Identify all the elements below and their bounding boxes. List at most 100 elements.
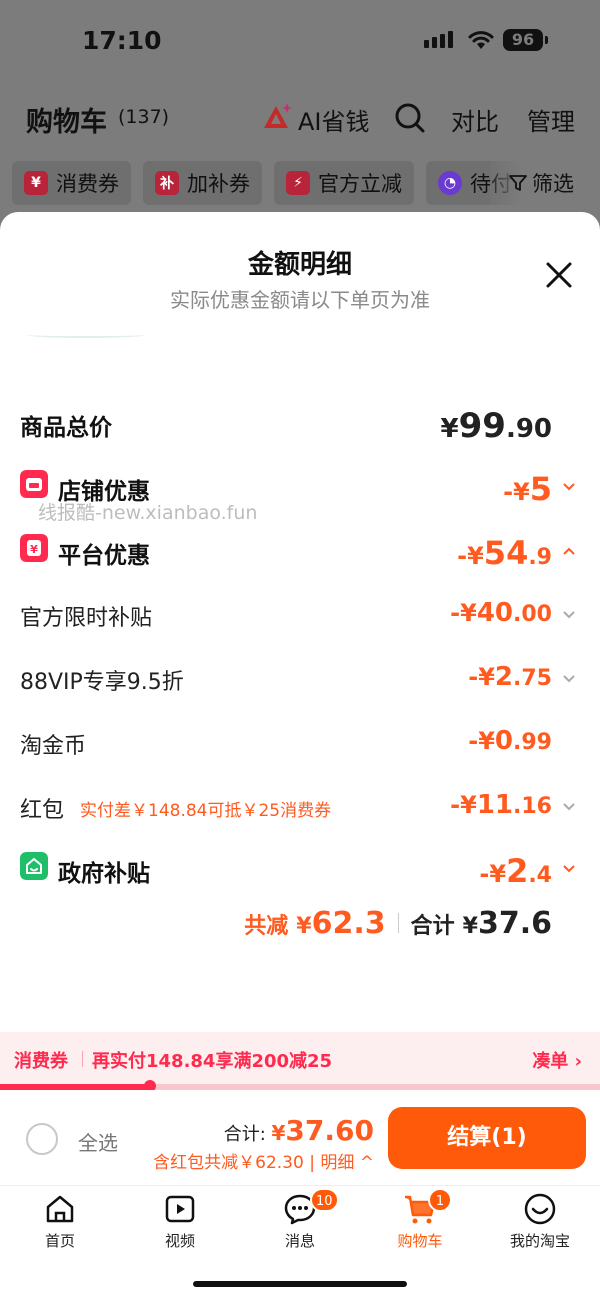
discount-summary: 共减 ¥ 62.3 合计 ¥ 37.6 xyxy=(244,906,552,946)
coupon-progress-banner[interactable]: 消费券 再实付148.84享满200减25 凑单 › xyxy=(0,1032,600,1086)
total-label: 合计 xyxy=(410,914,455,939)
chevron-up-icon[interactable] xyxy=(562,546,576,556)
tab-label: 消息 xyxy=(284,1232,315,1250)
amount-prefix: -¥ xyxy=(479,860,507,888)
tab-messages[interactable]: 10 消息 xyxy=(240,1188,360,1252)
chip-consumer-coupon[interactable]: ¥ 消费券 xyxy=(12,161,131,205)
filter-button[interactable]: 筛选 xyxy=(490,161,600,205)
chevron-down-icon[interactable] xyxy=(562,610,576,620)
coupon-icon: ¥ xyxy=(24,171,48,195)
vip-discount-label: 88VIP专享9.5折 xyxy=(20,670,184,695)
ai-save-button[interactable]: AI省钱 xyxy=(298,102,370,137)
status-bar: 17:10 96 xyxy=(0,0,600,80)
message-badge: 10 xyxy=(310,1188,339,1212)
lightning-icon: ⚡ xyxy=(286,171,310,195)
amount-decimal: .4 xyxy=(528,863,552,888)
chevron-down-icon[interactable] xyxy=(562,482,576,492)
divider xyxy=(397,913,399,933)
red-packet-label: 红包 xyxy=(20,798,65,823)
chevron-down-icon[interactable] xyxy=(562,674,576,684)
ai-sparkle-icon[interactable] xyxy=(262,102,292,132)
amount-integer: 2 xyxy=(506,852,529,890)
chevron-down-icon[interactable] xyxy=(562,802,576,812)
close-icon[interactable] xyxy=(544,260,574,290)
currency-symbol: ¥ xyxy=(440,414,459,444)
home-indicator xyxy=(193,1281,407,1287)
amount-integer: 11 xyxy=(476,790,514,820)
divider xyxy=(82,1051,83,1067)
gov-subsidy-label: 政府补贴 xyxy=(58,861,150,887)
currency-symbol: ¥ xyxy=(271,1121,286,1145)
discount-detail-toggle[interactable]: 含红包共减￥62.30 | 明细 ^ xyxy=(153,1148,374,1173)
profile-icon xyxy=(524,1193,556,1225)
tab-label: 我的淘宝 xyxy=(509,1232,570,1250)
product-total-label: 商品总价 xyxy=(20,415,112,441)
saved-value: 62.3 xyxy=(311,906,386,941)
red-packet-row[interactable]: 红包 实付差￥148.84可抵￥25消费券 -¥11.16 xyxy=(20,784,580,832)
chip-label: 消费券 xyxy=(56,172,119,196)
battery-icon: 96 xyxy=(503,29,543,51)
amount-prefix: -¥ xyxy=(503,478,530,506)
select-all-label[interactable]: 全选 xyxy=(78,1127,118,1156)
taojinbi-label: 淘金币 xyxy=(20,734,87,759)
chevron-down-icon[interactable] xyxy=(562,864,576,874)
chip-subsidy-coupon[interactable]: 补 加补券 xyxy=(143,161,262,205)
amount-decimal: .9 xyxy=(528,545,552,570)
platform-discount-row[interactable]: ¥ 平台优惠 -¥54.9 xyxy=(20,528,580,576)
checkout-button[interactable]: 结算(1) xyxy=(388,1107,586,1169)
compare-button[interactable]: 对比 xyxy=(451,102,499,137)
tab-label: 购物车 xyxy=(397,1232,443,1250)
amount-integer: 5 xyxy=(529,470,552,508)
red-packet-value: -¥11.16 xyxy=(450,790,552,820)
search-icon[interactable] xyxy=(394,102,426,134)
shop-icon xyxy=(20,470,48,498)
vip-discount-row[interactable]: 88VIP专享9.5折 -¥2.75 xyxy=(20,656,580,704)
saved-label: 共减 xyxy=(244,914,289,939)
official-subsidy-value: -¥40.00 xyxy=(450,598,552,628)
taojinbi-row: 淘金币 -¥0.99 xyxy=(20,720,580,768)
chip-official-discount[interactable]: ⚡ 官方立减 xyxy=(274,161,414,205)
page-title: 购物车 xyxy=(26,107,107,138)
sheet-subtitle: 实际优惠金额请以下单页为准 xyxy=(170,288,430,312)
amount-integer: 2 xyxy=(494,662,514,692)
gov-subsidy-row[interactable]: 政府补贴 -¥2.4 xyxy=(20,846,580,894)
amount-decimal: .00 xyxy=(513,602,552,627)
checkout-total-value: 37.60 xyxy=(285,1114,374,1147)
background-cart-page: 17:10 96 购物车 (137) AI省钱 对比 管理 ¥ 消费券 补 加补… xyxy=(0,0,600,230)
amount-integer: 0 xyxy=(494,726,514,756)
manage-button[interactable]: 管理 xyxy=(527,102,575,137)
amount-prefix: -¥ xyxy=(457,542,484,570)
amount-detail-sheet: 金额明细 实际优惠金额请以下单页为准 商品总价 ¥99.90 店铺优惠 -¥5 … xyxy=(0,212,600,1032)
amount-prefix: -¥ xyxy=(468,663,495,691)
checkout-bar: 全选 合计: ¥37.60 含红包共减￥62.30 | 明细 ^ 结算(1) xyxy=(0,1090,600,1185)
signal-icon xyxy=(424,31,453,48)
tab-video[interactable]: 视频 xyxy=(120,1192,240,1252)
add-items-link[interactable]: 凑单 › xyxy=(532,1047,582,1073)
tab-cart[interactable]: 1 购物车 xyxy=(360,1188,480,1252)
tab-label: 首页 xyxy=(44,1232,75,1250)
platform-discount-value: -¥54.9 xyxy=(457,534,552,572)
clock-icon: ◔ xyxy=(438,171,462,195)
tab-home[interactable]: 首页 xyxy=(0,1192,120,1252)
chip-label: 官方立减 xyxy=(318,172,402,196)
video-icon xyxy=(165,1195,195,1223)
platform-discount-label: 平台优惠 xyxy=(58,543,150,569)
amount-decimal: .90 xyxy=(505,414,552,444)
platform-icon: ¥ xyxy=(20,534,48,562)
taojinbi-value: -¥0.99 xyxy=(468,726,552,756)
official-subsidy-label: 官方限时补贴 xyxy=(20,606,153,631)
official-subsidy-row[interactable]: 官方限时补贴 -¥40.00 xyxy=(20,592,580,640)
select-all-checkbox[interactable] xyxy=(26,1123,58,1155)
coupon-label: 消费券 xyxy=(14,1051,68,1072)
coupon-text: 再实付148.84享满200减25 xyxy=(92,1051,333,1072)
product-thumbnail-edge xyxy=(26,332,146,338)
checkout-total: 合计: ¥37.60 xyxy=(224,1114,374,1147)
funnel-icon xyxy=(509,175,527,191)
home-icon xyxy=(46,1195,74,1223)
amount-integer: 54 xyxy=(483,534,529,572)
saved-symbol: ¥ xyxy=(296,914,312,939)
total-symbol: ¥ xyxy=(462,914,478,939)
tab-profile[interactable]: 我的淘宝 xyxy=(480,1192,600,1252)
amount-decimal: .16 xyxy=(513,794,552,819)
cart-badge: 1 xyxy=(428,1188,452,1212)
